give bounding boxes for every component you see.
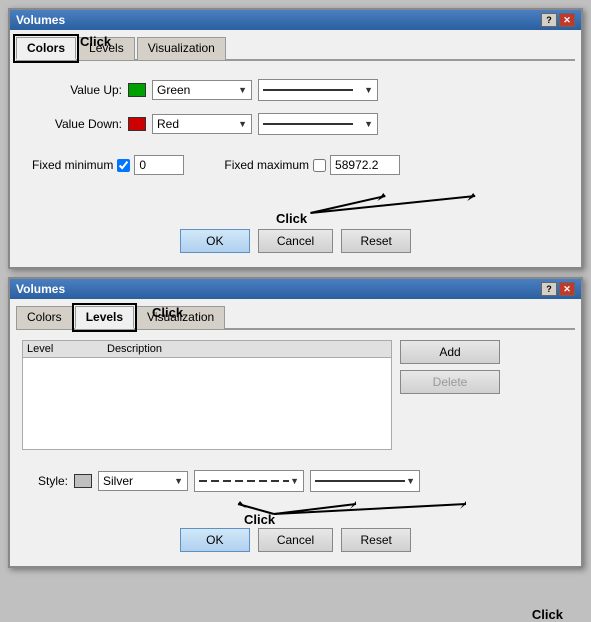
top-title-controls: ? ✕ (541, 13, 575, 27)
value-down-line-style[interactable]: ▼ (258, 113, 378, 135)
bottom-dialog-content: Colors Levels Visualization Level Descri… (10, 299, 581, 566)
top-arrow-svg (16, 191, 575, 221)
fixed-min-group: Fixed minimum (32, 155, 184, 175)
value-down-color-box (128, 117, 146, 131)
bottom-dialog-window: Volumes ? ✕ Colors Levels Visualization (8, 277, 583, 568)
levels-buttons: Add Delete (400, 340, 500, 458)
bottom-tab-visualization[interactable]: Visualization (136, 306, 225, 329)
bottom-cancel-button[interactable]: Cancel (258, 528, 333, 552)
fixed-max-checkbox[interactable] (313, 159, 326, 172)
bottom-help-button[interactable]: ? (541, 282, 557, 296)
bottom-close-button[interactable]: ✕ (559, 282, 575, 296)
top-dialog-title: Volumes (16, 13, 65, 27)
line-up-arrow-icon: ▼ (364, 85, 373, 95)
levels-col-desc-header: Description (107, 343, 387, 355)
top-dialog-content: Colors Levels Visualization Value Up: Gr… (10, 30, 581, 267)
value-down-dropdown[interactable]: Red ▼ (152, 114, 252, 134)
top-help-button[interactable]: ? (541, 13, 557, 27)
bottom-dialog-title: Volumes (16, 282, 65, 296)
top-dialog-window: Volumes ? ✕ Colors Levels Visualization (8, 8, 583, 269)
bottom-click-arrows-label: Click (244, 512, 275, 527)
value-up-label: Value Up: (32, 83, 122, 97)
top-cancel-button[interactable]: Cancel (258, 229, 333, 253)
value-up-row: Value Up: Green ▼ ▼ (32, 79, 559, 101)
delete-button[interactable]: Delete (400, 370, 500, 394)
bottom-btn-row: OK Cancel Reset (16, 520, 575, 560)
bottom-tab-colors[interactable]: Colors (16, 306, 73, 329)
top-tabs: Colors Levels Visualization (16, 36, 575, 61)
style-line-solid2[interactable]: ▼ (310, 470, 420, 492)
bottom-dialog: Volumes ? ✕ Colors Levels Visualization (8, 277, 583, 568)
top-reset-button[interactable]: Reset (341, 229, 411, 253)
fixed-min-checkbox[interactable] (117, 159, 130, 172)
bottom-title-controls: ? ✕ (541, 282, 575, 296)
line-solid-icon (263, 89, 353, 91)
fixed-min-label: Fixed minimum (32, 158, 113, 172)
bottom-ok-button[interactable]: OK (180, 528, 250, 552)
style-line2-arrow-icon: ▼ (406, 476, 415, 486)
line-solid2-icon (315, 480, 405, 482)
style-line-dashed[interactable]: ▼ (194, 470, 304, 492)
top-close-button[interactable]: ✕ (559, 13, 575, 27)
bottom-tab-levels[interactable]: Levels (75, 306, 134, 329)
top-ok-button[interactable]: OK (180, 229, 250, 253)
top-tab-levels[interactable]: Levels (78, 37, 135, 60)
top-title-bar: Volumes ? ✕ (10, 10, 581, 30)
line-down-solid-icon (263, 123, 353, 125)
top-tab-colors[interactable]: Colors (16, 37, 76, 60)
value-down-arrow-icon: ▼ (238, 119, 247, 129)
value-down-label: Value Down: (32, 117, 122, 131)
fixed-max-group: Fixed maximum (224, 155, 400, 175)
bottom-arrow-annotation-area: Click (16, 500, 575, 520)
bottom-tabs: Colors Levels Visualization (16, 305, 575, 330)
fixed-row: Fixed minimum Fixed maximum (16, 155, 575, 175)
value-up-color-box (128, 83, 146, 97)
levels-col-level-header: Level (27, 343, 107, 355)
bottom-reset-button[interactable]: Reset (341, 528, 411, 552)
top-btn-row: OK Cancel Reset (16, 221, 575, 261)
value-down-row: Value Down: Red ▼ ▼ (32, 113, 559, 135)
levels-area: Level Description Add Delete (16, 340, 575, 458)
top-form-section: Value Up: Green ▼ ▼ Value Down: (16, 71, 575, 155)
top-tab-visualization[interactable]: Visualization (137, 37, 226, 60)
add-button[interactable]: Add (400, 340, 500, 364)
bottom-arrow-svg (16, 500, 576, 520)
levels-table: Level Description (22, 340, 392, 450)
style-color-dropdown[interactable]: Silver ▼ (98, 471, 188, 491)
bottom-add-click-annotation: Click (532, 607, 563, 622)
top-dialog: Volumes ? ✕ Colors Levels Visualization (8, 8, 583, 269)
fixed-max-label: Fixed maximum (224, 158, 309, 172)
style-color-arrow-icon: ▼ (174, 476, 183, 486)
style-line-arrow-icon: ▼ (290, 476, 299, 486)
style-color-box (74, 474, 92, 488)
fixed-max-input[interactable] (330, 155, 400, 175)
top-click-annotation-area: Click (16, 191, 575, 221)
line-down-arrow-icon: ▼ (364, 119, 373, 129)
fixed-min-input[interactable] (134, 155, 184, 175)
value-up-arrow-icon: ▼ (238, 85, 247, 95)
line-dashed-icon (199, 480, 289, 482)
bottom-title-bar: Volumes ? ✕ (10, 279, 581, 299)
style-row: Style: Silver ▼ ▼ ▼ (16, 466, 575, 500)
value-up-line-style[interactable]: ▼ (258, 79, 378, 101)
value-up-dropdown[interactable]: Green ▼ (152, 80, 252, 100)
style-label: Style: (32, 474, 68, 488)
levels-table-header: Level Description (23, 341, 391, 358)
